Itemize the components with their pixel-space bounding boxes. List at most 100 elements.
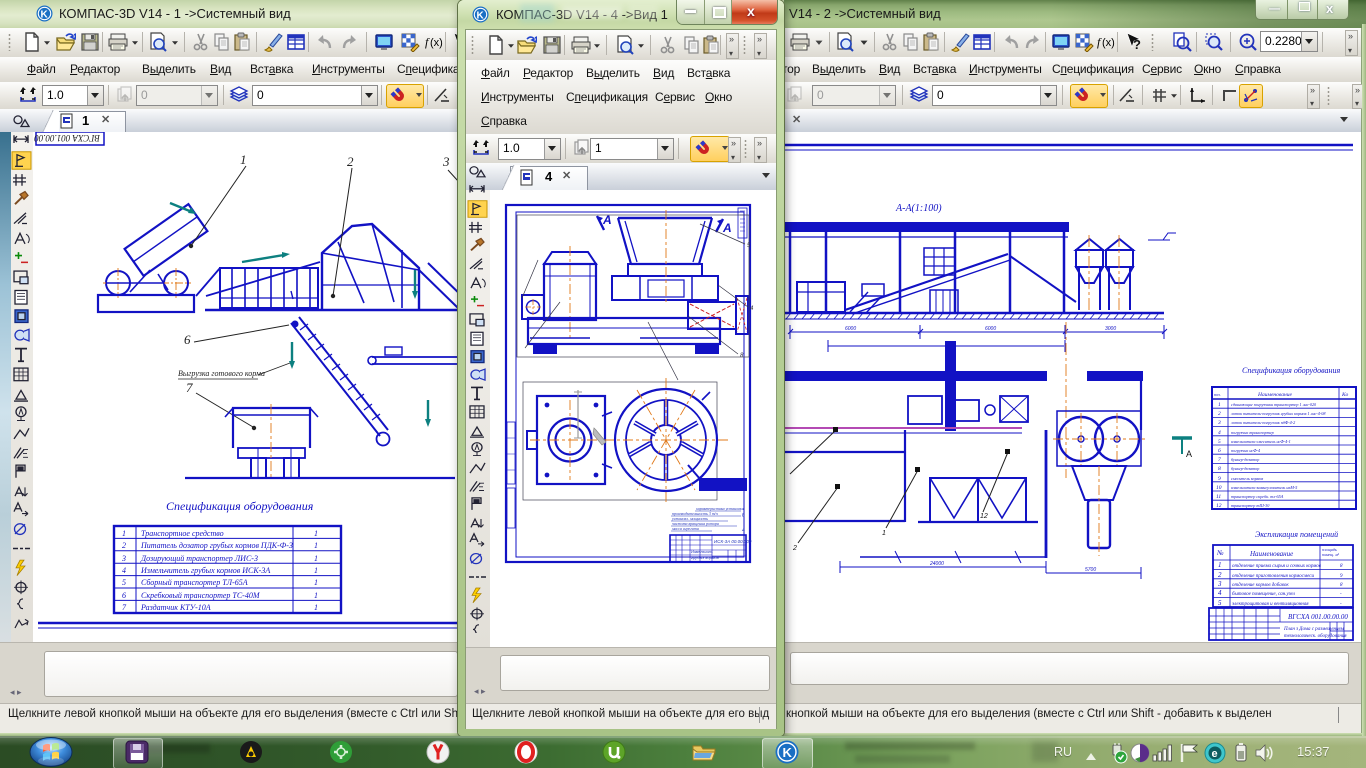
svg-text:2: 2 (347, 154, 354, 169)
svg-text:электрощитовая и вентиляционна: электрощитовая и вентиляционная (1232, 602, 1309, 607)
svg-text:4: 4 (742, 528, 745, 534)
svg-text:А-А(1:100): А-А(1:100) (895, 203, 942, 214)
svg-text:12: 12 (980, 513, 988, 520)
svg-text:6: 6 (122, 591, 126, 600)
svg-text:отделение приема сырья и сочны: отделение приема сырья и сочных кормов (1232, 564, 1322, 569)
svg-text:ИСК-3А 00.00.000: ИСК-3А 00.00.000 (714, 539, 752, 544)
svg-text:2: 2 (792, 545, 797, 552)
svg-text:Дозирующий транспортер ЛИС-3: Дозирующий транспортер ЛИС-3 (140, 554, 258, 563)
svg-text:3: 3 (442, 154, 450, 169)
svg-text:3000: 3000 (1105, 326, 1116, 332)
svg-text:поз.: поз. (1214, 392, 1221, 397)
svg-text:Экспликация помещений: Экспликация помещений (1255, 530, 1338, 539)
svg-text:24000: 24000 (929, 561, 944, 567)
svg-text:Раздатчик КТУ-10А: Раздатчик КТУ-10А (140, 603, 211, 612)
svg-text:9: 9 (1218, 476, 1221, 482)
svg-text:№: № (1216, 549, 1224, 557)
svg-text:лоток питатель-погрузчик грубы: лоток питатель-погрузчик грубых кормов 1… (1230, 411, 1326, 416)
svg-text:-: - (1340, 592, 1342, 597)
svg-text:Спецификация оборудования: Спецификация оборудования (166, 499, 314, 513)
svg-text:погрузчик исФ-4: погрузчик исФ-4 (1231, 448, 1260, 453)
svg-text:1: 1 (314, 529, 318, 538)
svg-text:1: 1 (314, 554, 318, 563)
svg-text:3: 3 (1217, 420, 1221, 426)
svg-text:1: 1 (240, 152, 247, 167)
svg-text:транспортер скребк. тл-65А: транспортер скребк. тл-65А (1231, 494, 1284, 499)
svg-text:Измельчитель грубых кормов ИСК: Измельчитель грубых кормов ИСК-3А (140, 566, 270, 575)
svg-text:сдвигающие погрузчики транспор: сдвигающие погрузчики транспортер 1 лнс-… (1231, 402, 1317, 407)
svg-text:7: 7 (186, 380, 193, 395)
svg-text:А: А (1186, 449, 1192, 459)
svg-text:Ко: Ко (1341, 392, 1348, 398)
svg-text:10: 10 (1216, 485, 1222, 491)
svg-text:12: 12 (1216, 503, 1222, 509)
svg-text:Измельчит.: Измельчит. (691, 549, 713, 554)
svg-text:Скребковый транспортер ТС-40М: Скребковый транспортер ТС-40М (141, 591, 261, 600)
svg-text:6: 6 (1218, 448, 1221, 454)
svg-text:5: 5 (122, 578, 126, 587)
svg-text:бункер-дозатор: бункер-дозатор (1231, 466, 1259, 471)
svg-text:1: 1 (314, 603, 318, 612)
svg-text:3: 3 (121, 554, 126, 563)
svg-text:5700: 5700 (1085, 567, 1096, 573)
svg-text:Выгрузка готового корма: Выгрузка готового корма (178, 369, 265, 378)
svg-text:1: 1 (1218, 561, 1222, 569)
svg-text:1: 1 (314, 578, 318, 587)
svg-text:8: 8 (1340, 583, 1343, 588)
svg-text:8: 8 (1218, 466, 1221, 472)
svg-text:А: А (722, 221, 732, 235)
svg-text:K: K (41, 10, 49, 21)
svg-text:6000: 6000 (985, 326, 996, 332)
svg-text:K: K (477, 11, 485, 22)
svg-text:8: 8 (740, 353, 744, 359)
svg-text:7: 7 (122, 603, 127, 612)
svg-text:4: 4 (1218, 429, 1221, 436)
svg-text:грубых кормов: грубых кормов (691, 555, 719, 560)
svg-text:измельчитель-смеситель исФ-4-1: измельчитель-смеситель исФ-4-1 (1231, 439, 1291, 444)
svg-text:9: 9 (1340, 574, 1343, 579)
svg-text:ВГСХА 001.00.00.00: ВГСХА 001.00.00.00 (1288, 613, 1348, 621)
svg-text:План з Дома с размещением: План з Дома с размещением (1283, 627, 1345, 632)
svg-text:5: 5 (1218, 599, 1222, 607)
svg-text:6: 6 (742, 513, 745, 519)
svg-text:помещ. м²: помещ. м² (1322, 552, 1340, 557)
svg-text:1: 1 (314, 566, 318, 575)
svg-text:Питатель дозатор грубых кормов: Питатель дозатор грубых кормов ПДК-Ф-3 (140, 541, 293, 550)
svg-text:Транспортное средство: Транспортное средство (141, 529, 224, 538)
svg-text:смеситель кормов: смеситель кормов (1231, 476, 1263, 481)
svg-text:отделение кормов добавок: отделение кормов добавок (1232, 583, 1289, 588)
svg-text:Сборный транспортер ТЛ-65А: Сборный транспортер ТЛ-65А (141, 578, 248, 587)
svg-text:лоток питатель-погрузчик пдФ-4: лоток питатель-погрузчик пдФ-4-2 (1230, 420, 1295, 425)
svg-text:1: 1 (122, 529, 126, 538)
svg-text:6: 6 (184, 332, 191, 347)
svg-text:8: 8 (1340, 564, 1343, 569)
svg-text:транспортер тШ-30: транспортер тШ-30 (1231, 503, 1270, 508)
svg-text:отделение приготовления кормос: отделение приготовления кормосмеси (1232, 574, 1314, 579)
svg-text:1: 1 (314, 591, 318, 600)
svg-text:e: e (1212, 748, 1218, 760)
svg-text:1: 1 (1218, 402, 1221, 408)
svg-text:4: 4 (122, 566, 126, 575)
svg-text:7: 7 (1218, 457, 1221, 463)
svg-text:Спецификация оборудования: Спецификация оборудования (1242, 366, 1340, 375)
svg-text:4: 4 (750, 306, 754, 312)
svg-text:технологическ. оборудования: технологическ. оборудования (1284, 634, 1347, 639)
svg-text:ВГСХА 001.00.00: ВГСХА 001.00.00 (34, 133, 100, 143)
svg-text:2: 2 (1218, 411, 1221, 417)
svg-text:масса агрегата: масса агрегата (671, 526, 699, 531)
svg-text:2: 2 (122, 541, 126, 550)
svg-text:Наименование: Наименование (1257, 392, 1292, 398)
svg-text:измельчитель-камнеуловитель ик: измельчитель-камнеуловитель икМ-5 (1231, 485, 1297, 490)
svg-text:11: 11 (1216, 494, 1221, 500)
svg-text:1: 1 (882, 530, 886, 537)
svg-text:K: K (783, 745, 793, 760)
svg-text:1: 1 (314, 541, 318, 550)
svg-text:Наименование: Наименование (1249, 550, 1293, 558)
svg-text:бункер-дозатор: бункер-дозатор (1231, 457, 1259, 462)
svg-text:3: 3 (1217, 580, 1222, 588)
svg-text:погрузчик транспортер: погрузчик транспортер (1231, 430, 1274, 435)
svg-text:бытовое помещение, сан.узел: бытовое помещение, сан.узел (1232, 592, 1295, 597)
svg-text:2: 2 (1218, 571, 1222, 579)
svg-text:4: 4 (1218, 589, 1222, 597)
svg-text:6000: 6000 (845, 326, 856, 332)
